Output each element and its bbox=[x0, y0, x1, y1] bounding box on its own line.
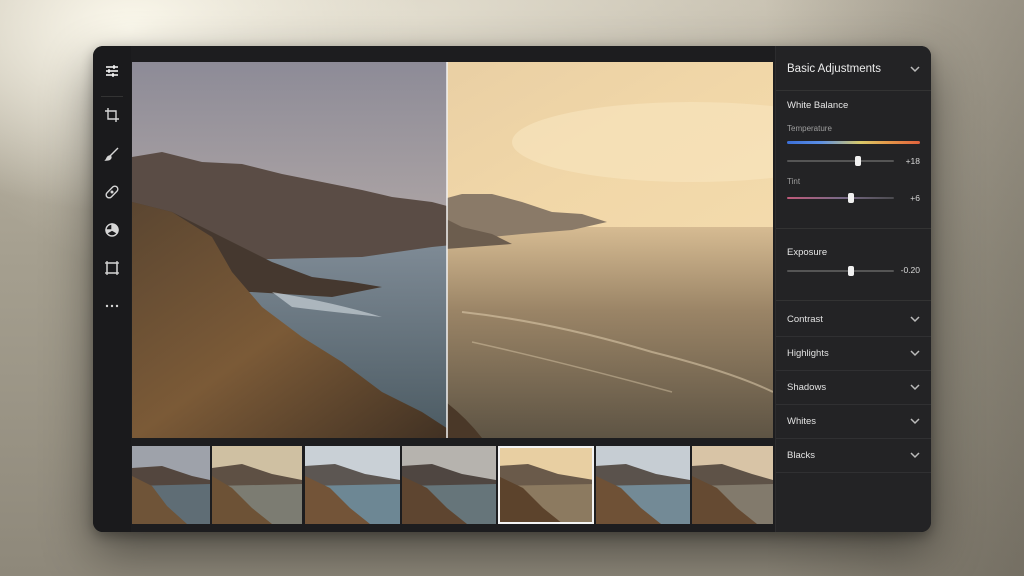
highlights-label: Highlights bbox=[787, 348, 829, 359]
filmstrip-thumb[interactable] bbox=[596, 446, 690, 524]
temperature-value: +18 bbox=[905, 156, 920, 166]
chevron-down-icon bbox=[909, 347, 921, 359]
shadows-label: Shadows bbox=[787, 382, 827, 393]
color-wheel-icon[interactable] bbox=[102, 220, 122, 240]
shadows-row[interactable]: Shadows bbox=[776, 370, 931, 405]
compare-divider-handle[interactable] bbox=[443, 62, 452, 438]
blacks-label: Blacks bbox=[787, 450, 815, 461]
filmstrip-thumb[interactable] bbox=[402, 446, 496, 524]
filmstrip-thumb-selected[interactable] bbox=[498, 446, 594, 524]
chevron-down-icon bbox=[909, 381, 921, 393]
chevron-down-icon bbox=[909, 415, 921, 427]
transform-grid-icon[interactable] bbox=[102, 258, 122, 278]
brush-icon[interactable] bbox=[102, 144, 122, 164]
photo-canvas[interactable] bbox=[132, 62, 773, 438]
white-balance-title: White Balance bbox=[787, 100, 849, 111]
contrast-label: Contrast bbox=[787, 314, 823, 325]
temperature-slider-handle[interactable] bbox=[854, 156, 861, 166]
panel-title: Basic Adjustments bbox=[787, 63, 881, 75]
filmstrip-thumb[interactable] bbox=[692, 446, 773, 524]
more-icon[interactable] bbox=[102, 296, 122, 316]
exposure-slider-handle[interactable] bbox=[848, 266, 855, 276]
tint-slider-handle[interactable] bbox=[848, 193, 855, 203]
exposure-slider[interactable] bbox=[787, 266, 894, 276]
filmstrip-thumb[interactable] bbox=[305, 446, 400, 524]
whites-row[interactable]: Whites bbox=[776, 404, 931, 439]
contrast-row[interactable]: Contrast bbox=[776, 302, 931, 337]
blacks-row[interactable]: Blacks bbox=[776, 438, 931, 473]
temperature-label: Temperature bbox=[787, 124, 832, 133]
chevron-down-icon bbox=[909, 313, 921, 325]
crop-icon[interactable] bbox=[102, 105, 122, 125]
temperature-gradient bbox=[787, 141, 920, 144]
exposure-title: Exposure bbox=[787, 247, 828, 258]
sliders-icon[interactable] bbox=[102, 61, 122, 81]
tint-value: +6 bbox=[910, 193, 920, 203]
healing-icon[interactable] bbox=[102, 182, 122, 202]
filmstrip bbox=[132, 446, 773, 526]
filmstrip-thumb[interactable] bbox=[212, 446, 302, 524]
section-divider bbox=[776, 228, 931, 229]
tool-sidebar bbox=[93, 46, 131, 532]
temperature-slider[interactable] bbox=[787, 156, 894, 166]
exposure-value: -0.20 bbox=[900, 265, 920, 275]
chevron-down-icon[interactable] bbox=[909, 63, 921, 75]
whites-label: Whites bbox=[787, 416, 817, 427]
chevron-down-icon bbox=[909, 449, 921, 461]
adjustments-panel: Basic Adjustments White Balance Temperat… bbox=[775, 46, 931, 532]
tint-slider[interactable] bbox=[787, 193, 894, 203]
highlights-row[interactable]: Highlights bbox=[776, 336, 931, 371]
photo-editor-window: Basic Adjustments White Balance Temperat… bbox=[93, 46, 931, 532]
tint-label: Tint bbox=[787, 177, 801, 186]
toolbar-divider bbox=[101, 96, 123, 97]
basic-adjustments-header[interactable]: Basic Adjustments bbox=[776, 46, 931, 91]
filmstrip-thumb[interactable] bbox=[132, 446, 210, 524]
section-divider bbox=[776, 300, 931, 301]
